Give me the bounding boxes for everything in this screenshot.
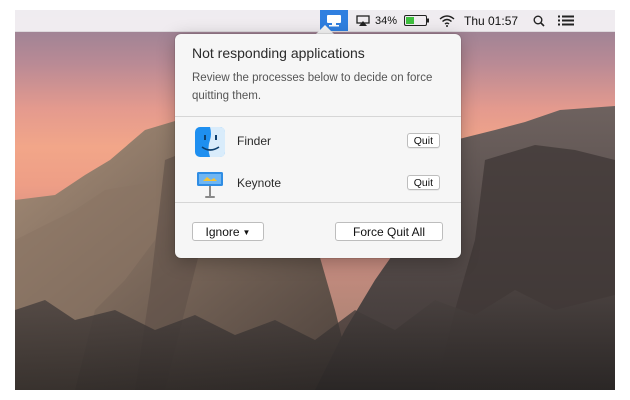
quit-keynote-button[interactable]: Quit xyxy=(406,175,440,190)
airplay-icon[interactable] xyxy=(354,10,372,31)
not-responding-popover: Not responding applications Review the p… xyxy=(175,34,461,258)
popover-title: Not responding applications xyxy=(192,45,365,61)
keynote-icon xyxy=(197,172,223,198)
notification-center-icon[interactable] xyxy=(558,10,574,31)
app-name-keynote: Keynote xyxy=(237,176,282,190)
battery-icon[interactable] xyxy=(404,10,430,31)
ignore-label: Ignore xyxy=(205,225,240,239)
quit-finder-button[interactable]: Quit xyxy=(406,133,440,148)
menubar-clock[interactable]: Thu 01:57 xyxy=(464,10,518,31)
divider xyxy=(175,116,461,117)
battery-percent: 34% xyxy=(375,14,398,27)
spotlight-search-icon[interactable] xyxy=(533,10,545,31)
popover-description: Review the processes below to decide on … xyxy=(192,72,433,102)
app-name-finder: Finder xyxy=(237,134,272,148)
force-quit-all-button[interactable]: Force Quit All xyxy=(335,222,443,241)
wifi-icon[interactable] xyxy=(439,10,455,31)
finder-icon xyxy=(195,127,225,157)
ignore-dropdown-button[interactable]: Ignore ▼ xyxy=(192,222,264,241)
divider xyxy=(175,202,461,203)
app-row-keynote: Keynote Quit xyxy=(175,164,461,204)
app-row-finder: Finder Quit xyxy=(175,122,461,162)
caret-down-icon: ▼ xyxy=(242,228,251,237)
